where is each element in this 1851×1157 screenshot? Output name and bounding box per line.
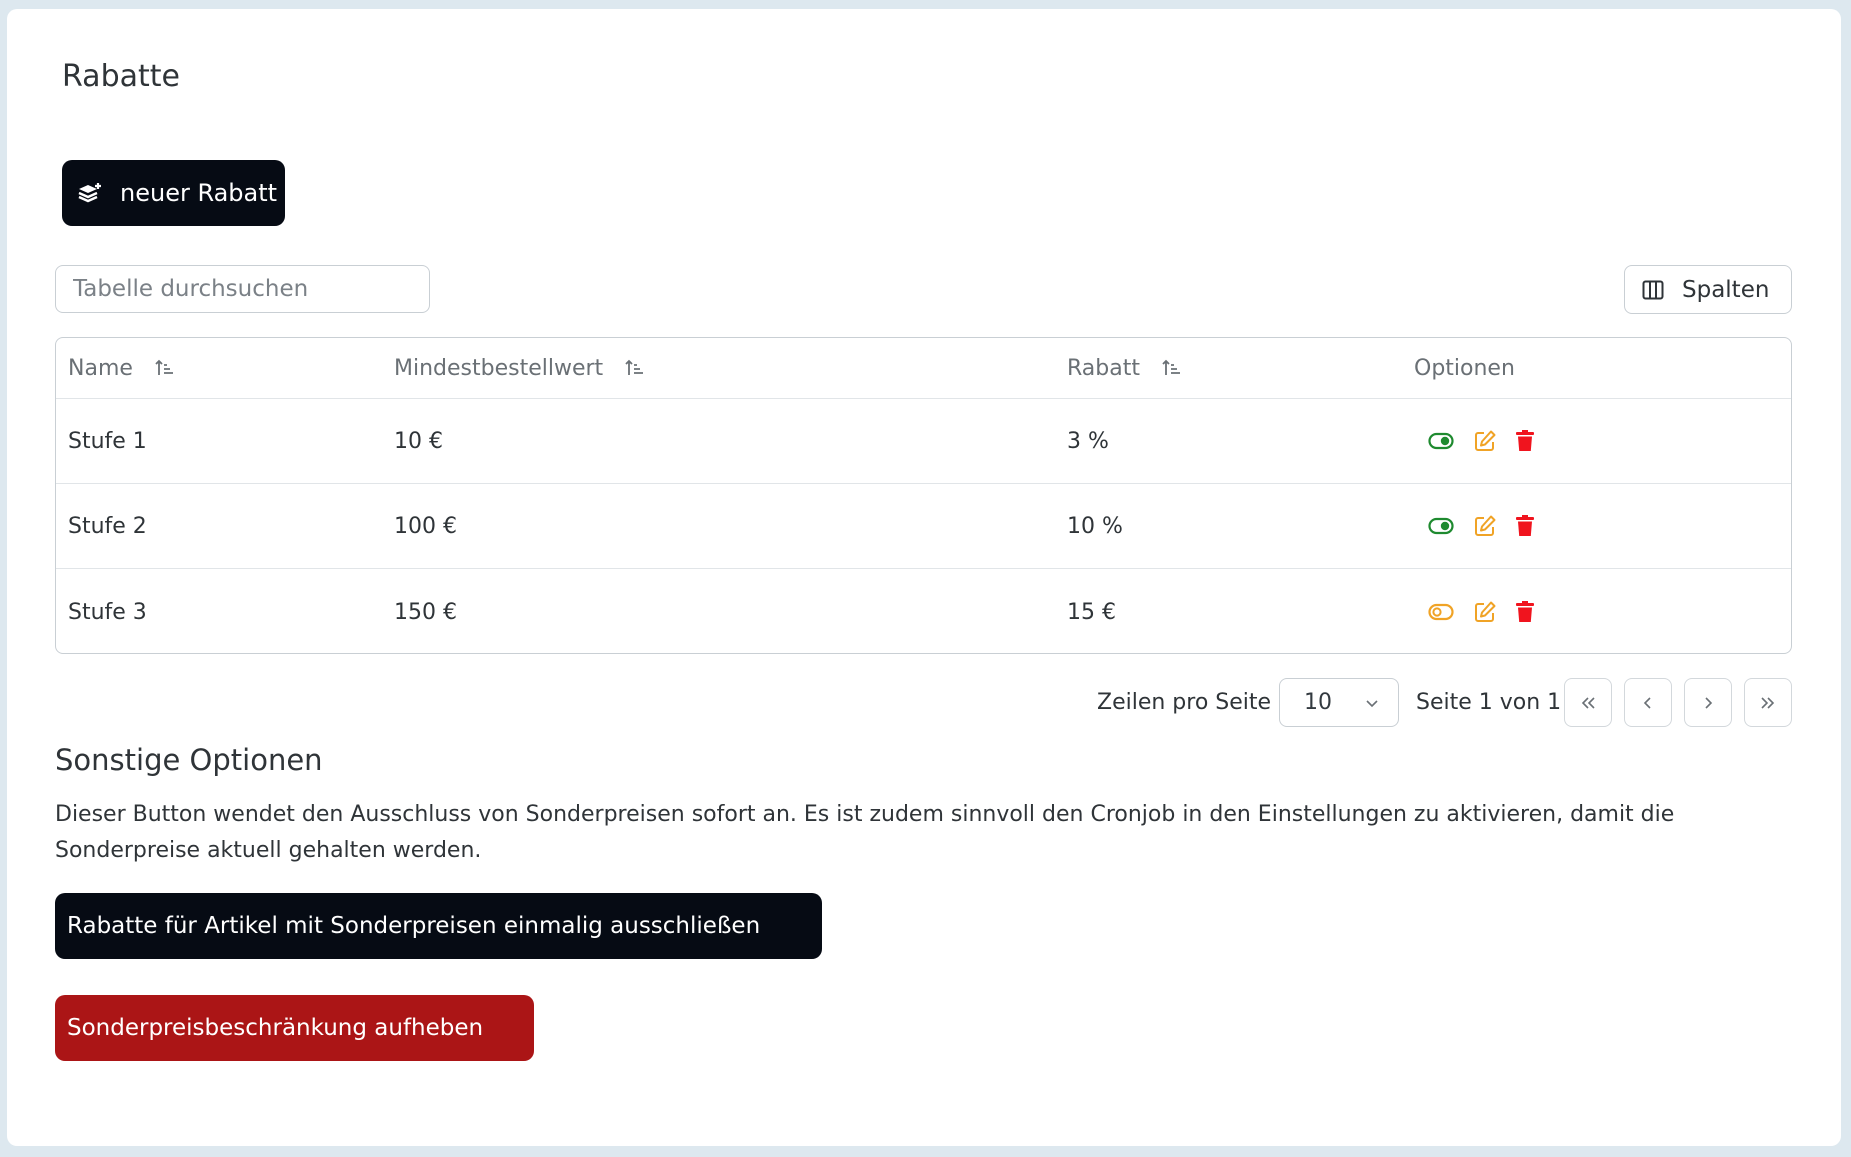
header-discount[interactable]: Rabatt bbox=[1067, 338, 1182, 398]
sort-ascending-icon[interactable] bbox=[155, 358, 175, 378]
trash-icon[interactable] bbox=[1516, 601, 1534, 623]
cell-options bbox=[1414, 569, 1534, 653]
cell-name: Stufe 1 bbox=[68, 428, 147, 454]
table-search-input[interactable] bbox=[55, 265, 430, 313]
toggle-on-icon[interactable] bbox=[1428, 432, 1454, 450]
table-row: Stufe 3 150 € 15 € bbox=[56, 569, 1791, 653]
last-page-button[interactable] bbox=[1744, 678, 1792, 727]
header-min-order-label: Mindestbestellwert bbox=[394, 355, 604, 381]
trash-icon[interactable] bbox=[1516, 515, 1534, 537]
cell-min-order: 150 € bbox=[394, 599, 457, 625]
header-name[interactable]: Name bbox=[68, 338, 175, 398]
cell-discount: 10 % bbox=[1067, 513, 1123, 539]
new-discount-label: neuer Rabatt bbox=[120, 179, 278, 207]
lift-special-price-restriction-button[interactable]: Sonderpreisbeschränkung aufheben bbox=[55, 995, 534, 1061]
sort-ascending-icon[interactable] bbox=[625, 358, 645, 378]
layers-plus-icon bbox=[74, 177, 106, 209]
table-row: Stufe 1 10 € 3 % bbox=[56, 399, 1791, 484]
next-page-button[interactable] bbox=[1684, 678, 1732, 727]
trash-icon[interactable] bbox=[1516, 430, 1534, 452]
page-title: Rabatte bbox=[62, 59, 180, 94]
rows-per-page-label: Zeilen pro Seite bbox=[1097, 690, 1272, 715]
other-options-description: Dieser Button wendet den Ausschluss von … bbox=[55, 802, 1675, 863]
columns-icon bbox=[1642, 280, 1664, 300]
cell-min-order: 10 € bbox=[394, 428, 443, 454]
cell-name: Stufe 3 bbox=[68, 599, 147, 625]
pagination: Zeilen pro Seite 10 Seite 1 von 1 bbox=[0, 678, 1851, 727]
prev-page-button[interactable] bbox=[1624, 678, 1672, 727]
page-info: Seite 1 von 1 bbox=[1416, 690, 1562, 715]
cell-min-order: 100 € bbox=[394, 513, 457, 539]
toggle-on-icon[interactable] bbox=[1428, 517, 1454, 535]
header-min-order[interactable]: Mindestbestellwert bbox=[394, 338, 645, 398]
chevron-left-icon bbox=[1640, 695, 1656, 711]
header-discount-label: Rabatt bbox=[1067, 355, 1140, 381]
header-name-label: Name bbox=[68, 355, 133, 381]
exclude-special-prices-label: Rabatte für Artikel mit Sonderpreisen ei… bbox=[67, 913, 761, 939]
discount-table: Name Mindestbestellwert Rabatt Optionen … bbox=[55, 337, 1792, 654]
rows-per-page-select[interactable]: 10 bbox=[1279, 678, 1399, 727]
other-options-title: Sonstige Optionen bbox=[55, 743, 323, 777]
exclude-special-prices-button[interactable]: Rabatte für Artikel mit Sonderpreisen ei… bbox=[55, 893, 822, 959]
chevron-down-icon bbox=[1364, 695, 1380, 711]
chevrons-left-icon bbox=[1579, 695, 1597, 711]
cell-name: Stufe 2 bbox=[68, 513, 147, 539]
rows-per-page-value: 10 bbox=[1304, 690, 1332, 715]
columns-button[interactable]: Spalten bbox=[1624, 265, 1792, 314]
cell-options bbox=[1414, 484, 1534, 568]
table-row: Stufe 2 100 € 10 % bbox=[56, 484, 1791, 569]
columns-label: Spalten bbox=[1682, 276, 1770, 303]
chevrons-right-icon bbox=[1759, 695, 1777, 711]
header-options: Optionen bbox=[1414, 355, 1515, 381]
edit-icon[interactable] bbox=[1474, 515, 1496, 537]
edit-icon[interactable] bbox=[1474, 601, 1496, 623]
edit-icon[interactable] bbox=[1474, 430, 1496, 452]
chevron-right-icon bbox=[1700, 695, 1716, 711]
cell-discount: 15 € bbox=[1067, 599, 1116, 625]
new-discount-button[interactable]: neuer Rabatt bbox=[62, 160, 285, 226]
toggle-off-icon[interactable] bbox=[1428, 603, 1454, 621]
table-header-row: Name Mindestbestellwert Rabatt Optionen bbox=[56, 338, 1791, 399]
first-page-button[interactable] bbox=[1564, 678, 1612, 727]
cell-discount: 3 % bbox=[1067, 428, 1109, 454]
cell-options bbox=[1414, 399, 1534, 483]
sort-ascending-icon[interactable] bbox=[1162, 358, 1182, 378]
lift-special-price-restriction-label: Sonderpreisbeschränkung aufheben bbox=[67, 1015, 484, 1041]
